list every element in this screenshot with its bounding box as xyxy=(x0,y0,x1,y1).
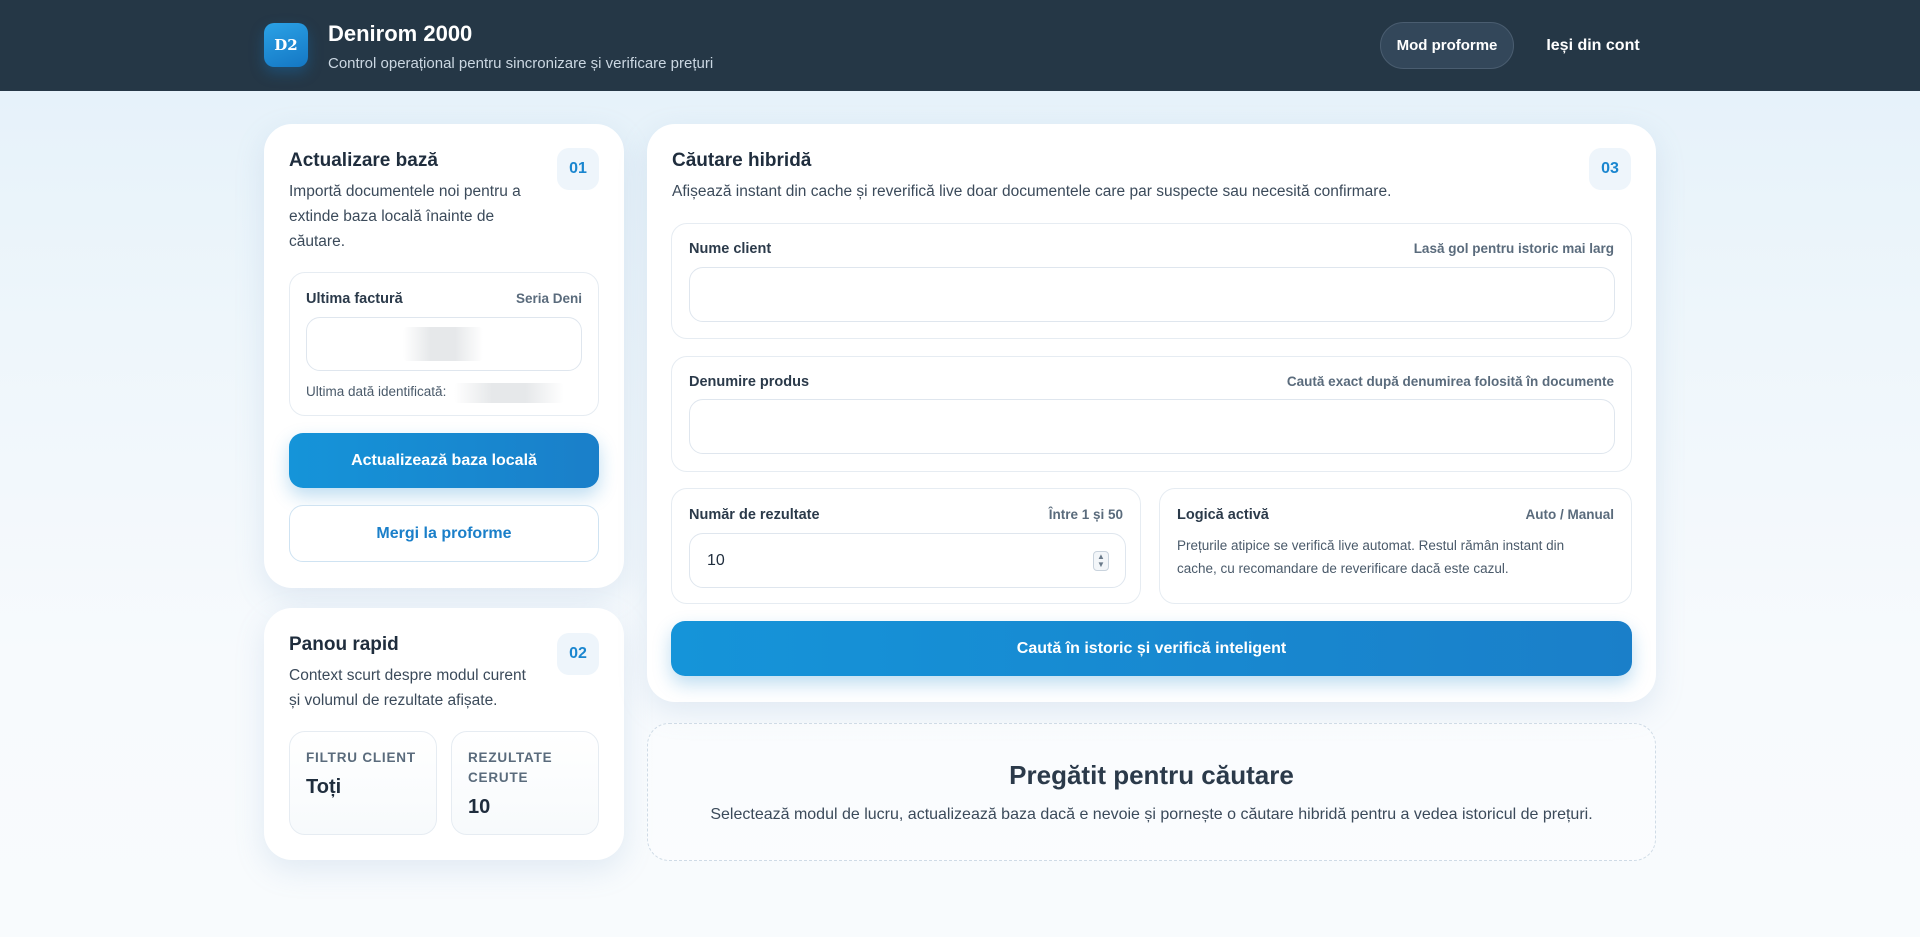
client-name-hint: Lasă gol pentru istoric mai larg xyxy=(1413,241,1614,256)
client-name-input[interactable] xyxy=(689,267,1615,322)
smart-search-button[interactable]: Caută în istoric și verifică inteligent xyxy=(671,621,1632,676)
ready-text: Selectează modul de lucru, actualizează … xyxy=(710,806,1593,823)
last-invoice-field[interactable] xyxy=(306,317,582,371)
update-base-card: Actualizare bază 01 Importă documentele … xyxy=(264,124,624,588)
ready-title: Pregătit pentru căutare xyxy=(1009,760,1294,790)
app-title: Denirom 2000 xyxy=(328,21,473,46)
quick-panel-title: Panou rapid xyxy=(289,634,399,655)
client-filter-value: Toți xyxy=(306,776,342,798)
requested-results-stat: REZULTATE CERUTE 10 xyxy=(451,731,599,835)
step-badge-03: 03 xyxy=(1589,148,1631,190)
requested-results-label: REZULTATE CERUTE xyxy=(468,750,553,785)
step-badge-02: 02 xyxy=(557,633,599,675)
results-count-input[interactable]: 10 ▲ ▼ xyxy=(689,533,1126,588)
update-local-base-button[interactable]: Actualizează baza locală xyxy=(289,433,599,488)
hybrid-search-description: Afișează instant din cache și reverifică… xyxy=(672,183,1392,200)
last-invoice-value-redacted xyxy=(403,327,483,361)
last-invoice-label: Ultima factură xyxy=(306,291,403,307)
last-date-value-redacted xyxy=(454,383,564,403)
hybrid-search-card: Căutare hibridă Afișează instant din cac… xyxy=(647,124,1656,702)
app-logo: D2 xyxy=(264,23,308,67)
brand: D2 Denirom 2000 Control operațional pent… xyxy=(264,23,713,72)
results-count-hint: Între 1 și 50 xyxy=(1048,507,1123,522)
active-logic-section: Logică activă Auto / Manual Prețurile at… xyxy=(1159,488,1632,604)
last-invoice-box: Ultima factură Seria Deni Ultima dată id… xyxy=(289,272,599,416)
client-name-label: Nume client xyxy=(689,241,772,257)
top-bar: D2 Denirom 2000 Control operațional pent… xyxy=(0,0,1920,91)
quick-panel-description: Context scurt despre modul curent și vol… xyxy=(289,667,526,709)
client-filter-stat: FILTRU CLIENT Toți xyxy=(289,731,437,835)
active-logic-hint: Auto / Manual xyxy=(1525,507,1615,522)
ready-for-search-panel: Pregătit pentru căutare Selectează modul… xyxy=(647,723,1656,861)
last-date-label: Ultima dată identificată: xyxy=(306,384,447,399)
hybrid-search-title: Căutare hibridă xyxy=(672,150,812,171)
go-to-proforme-button[interactable]: Mergi la proforme xyxy=(289,505,599,562)
active-logic-text: Prețurile atipice se verifică live autom… xyxy=(1177,538,1565,576)
active-logic-label: Logică activă xyxy=(1177,507,1269,523)
series-label: Seria Deni xyxy=(515,291,582,306)
update-base-title: Actualizare bază xyxy=(289,150,438,171)
product-name-label: Denumire produs xyxy=(689,374,810,390)
results-count-label: Număr de rezultate xyxy=(689,507,820,523)
requested-results-value: 10 xyxy=(468,796,491,818)
product-name-input[interactable] xyxy=(689,399,1615,454)
step-badge-01: 01 xyxy=(557,148,599,190)
client-name-section: Nume client Lasă gol pentru istoric mai … xyxy=(671,223,1632,339)
number-stepper-icon[interactable]: ▲ ▼ xyxy=(1093,551,1109,571)
proforme-mode-button[interactable]: Mod proforme xyxy=(1380,22,1514,69)
app-subtitle: Control operațional pentru sincronizare … xyxy=(328,55,714,72)
product-name-hint: Caută exact după denumirea folosită în d… xyxy=(1286,374,1614,389)
client-filter-label: FILTRU CLIENT xyxy=(306,750,416,765)
product-name-section: Denumire produs Caută exact după denumir… xyxy=(671,356,1632,472)
logout-button[interactable]: Ieși din cont xyxy=(1534,22,1652,69)
results-count-section: Număr de rezultate Între 1 și 50 10 ▲ ▼ xyxy=(671,488,1141,604)
quick-panel-card: Panou rapid 02 Context scurt despre modu… xyxy=(264,608,624,860)
results-count-value: 10 xyxy=(707,552,725,569)
update-base-description: Importă documentele noi pentru a extinde… xyxy=(289,183,521,250)
